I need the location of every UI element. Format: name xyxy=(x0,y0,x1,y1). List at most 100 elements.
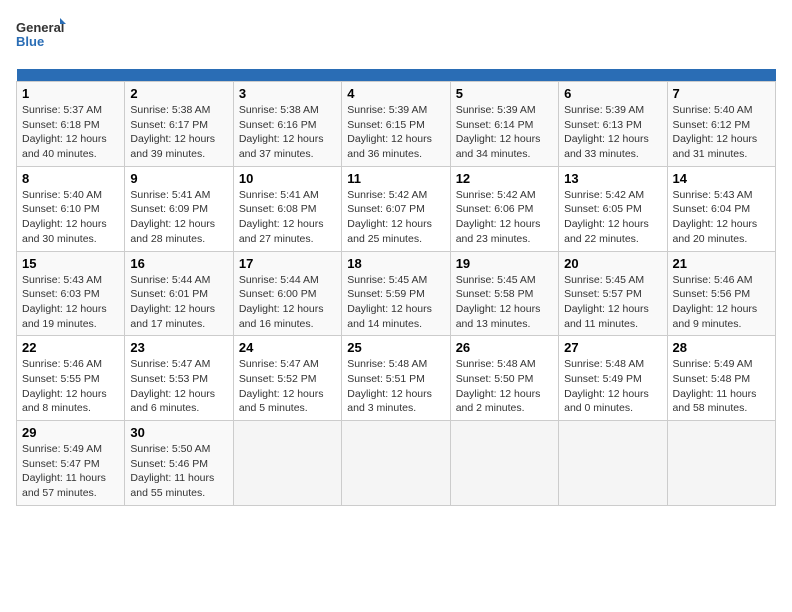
day-sunset: Sunset: 5:52 PM xyxy=(239,373,317,385)
day-sunrise: Sunrise: 5:39 AM xyxy=(456,104,536,116)
header-row xyxy=(17,69,776,82)
day-sunrise: Sunrise: 5:38 AM xyxy=(130,104,210,116)
table-row: 10 Sunrise: 5:41 AM Sunset: 6:08 PM Dayl… xyxy=(233,166,341,251)
table-row: 3 Sunrise: 5:38 AM Sunset: 6:16 PM Dayli… xyxy=(233,82,341,167)
day-daylight: Daylight: 12 hours and 23 minutes. xyxy=(456,218,541,245)
day-sunrise: Sunrise: 5:37 AM xyxy=(22,104,102,116)
day-number: 20 xyxy=(564,256,661,271)
col-wednesday xyxy=(342,69,450,82)
day-number: 1 xyxy=(22,86,119,101)
day-sunrise: Sunrise: 5:47 AM xyxy=(130,358,210,370)
day-sunrise: Sunrise: 5:39 AM xyxy=(564,104,644,116)
day-sunset: Sunset: 5:58 PM xyxy=(456,288,534,300)
day-sunrise: Sunrise: 5:48 AM xyxy=(347,358,427,370)
day-number: 12 xyxy=(456,171,553,186)
day-sunset: Sunset: 6:06 PM xyxy=(456,203,534,215)
day-daylight: Daylight: 12 hours and 25 minutes. xyxy=(347,218,432,245)
table-row: 6 Sunrise: 5:39 AM Sunset: 6:13 PM Dayli… xyxy=(559,82,667,167)
day-sunset: Sunset: 6:07 PM xyxy=(347,203,425,215)
day-sunrise: Sunrise: 5:43 AM xyxy=(673,189,753,201)
day-sunrise: Sunrise: 5:41 AM xyxy=(130,189,210,201)
table-row: 19 Sunrise: 5:45 AM Sunset: 5:58 PM Dayl… xyxy=(450,251,558,336)
day-sunset: Sunset: 6:01 PM xyxy=(130,288,208,300)
day-number: 11 xyxy=(347,171,444,186)
svg-text:Blue: Blue xyxy=(16,34,44,49)
day-number: 17 xyxy=(239,256,336,271)
day-sunrise: Sunrise: 5:47 AM xyxy=(239,358,319,370)
day-sunrise: Sunrise: 5:42 AM xyxy=(564,189,644,201)
day-sunrise: Sunrise: 5:48 AM xyxy=(456,358,536,370)
day-sunrise: Sunrise: 5:45 AM xyxy=(564,274,644,286)
day-sunset: Sunset: 6:17 PM xyxy=(130,119,208,131)
day-sunrise: Sunrise: 5:44 AM xyxy=(130,274,210,286)
day-number: 22 xyxy=(22,340,119,355)
day-sunrise: Sunrise: 5:43 AM xyxy=(22,274,102,286)
table-row xyxy=(342,421,450,506)
day-sunrise: Sunrise: 5:48 AM xyxy=(564,358,644,370)
day-sunset: Sunset: 5:50 PM xyxy=(456,373,534,385)
col-thursday xyxy=(450,69,558,82)
day-number: 3 xyxy=(239,86,336,101)
col-sunday xyxy=(17,69,125,82)
day-sunset: Sunset: 5:49 PM xyxy=(564,373,642,385)
day-sunset: Sunset: 5:48 PM xyxy=(673,373,751,385)
day-sunset: Sunset: 5:46 PM xyxy=(130,458,208,470)
calendar-row-3: 22 Sunrise: 5:46 AM Sunset: 5:55 PM Dayl… xyxy=(17,336,776,421)
day-number: 15 xyxy=(22,256,119,271)
page-header: General Blue xyxy=(16,16,776,61)
table-row: 28 Sunrise: 5:49 AM Sunset: 5:48 PM Dayl… xyxy=(667,336,775,421)
day-sunrise: Sunrise: 5:46 AM xyxy=(22,358,102,370)
col-friday xyxy=(559,69,667,82)
calendar-row-1: 8 Sunrise: 5:40 AM Sunset: 6:10 PM Dayli… xyxy=(17,166,776,251)
day-sunset: Sunset: 6:08 PM xyxy=(239,203,317,215)
table-row: 5 Sunrise: 5:39 AM Sunset: 6:14 PM Dayli… xyxy=(450,82,558,167)
calendar-row-2: 15 Sunrise: 5:43 AM Sunset: 6:03 PM Dayl… xyxy=(17,251,776,336)
day-sunrise: Sunrise: 5:40 AM xyxy=(22,189,102,201)
table-row: 11 Sunrise: 5:42 AM Sunset: 6:07 PM Dayl… xyxy=(342,166,450,251)
calendar-row-0: 1 Sunrise: 5:37 AM Sunset: 6:18 PM Dayli… xyxy=(17,82,776,167)
day-number: 6 xyxy=(564,86,661,101)
day-sunset: Sunset: 6:10 PM xyxy=(22,203,100,215)
table-row: 8 Sunrise: 5:40 AM Sunset: 6:10 PM Dayli… xyxy=(17,166,125,251)
day-sunset: Sunset: 6:12 PM xyxy=(673,119,751,131)
day-sunset: Sunset: 6:13 PM xyxy=(564,119,642,131)
table-row xyxy=(667,421,775,506)
day-sunrise: Sunrise: 5:42 AM xyxy=(347,189,427,201)
table-row: 29 Sunrise: 5:49 AM Sunset: 5:47 PM Dayl… xyxy=(17,421,125,506)
table-row: 13 Sunrise: 5:42 AM Sunset: 6:05 PM Dayl… xyxy=(559,166,667,251)
day-daylight: Daylight: 12 hours and 20 minutes. xyxy=(673,218,758,245)
day-sunrise: Sunrise: 5:38 AM xyxy=(239,104,319,116)
day-sunset: Sunset: 5:53 PM xyxy=(130,373,208,385)
day-daylight: Daylight: 12 hours and 16 minutes. xyxy=(239,303,324,330)
day-number: 4 xyxy=(347,86,444,101)
day-number: 19 xyxy=(456,256,553,271)
day-daylight: Daylight: 12 hours and 19 minutes. xyxy=(22,303,107,330)
day-daylight: Daylight: 12 hours and 27 minutes. xyxy=(239,218,324,245)
day-daylight: Daylight: 12 hours and 8 minutes. xyxy=(22,388,107,415)
day-daylight: Daylight: 12 hours and 22 minutes. xyxy=(564,218,649,245)
table-row: 15 Sunrise: 5:43 AM Sunset: 6:03 PM Dayl… xyxy=(17,251,125,336)
calendar-table: 1 Sunrise: 5:37 AM Sunset: 6:18 PM Dayli… xyxy=(16,69,776,506)
day-number: 25 xyxy=(347,340,444,355)
day-number: 5 xyxy=(456,86,553,101)
day-daylight: Daylight: 12 hours and 34 minutes. xyxy=(456,133,541,160)
table-row: 21 Sunrise: 5:46 AM Sunset: 5:56 PM Dayl… xyxy=(667,251,775,336)
day-sunrise: Sunrise: 5:42 AM xyxy=(456,189,536,201)
day-daylight: Daylight: 12 hours and 5 minutes. xyxy=(239,388,324,415)
table-row: 1 Sunrise: 5:37 AM Sunset: 6:18 PM Dayli… xyxy=(17,82,125,167)
logo-container: General Blue xyxy=(16,16,66,61)
day-number: 9 xyxy=(130,171,227,186)
table-row xyxy=(233,421,341,506)
day-daylight: Daylight: 12 hours and 37 minutes. xyxy=(239,133,324,160)
day-daylight: Daylight: 12 hours and 6 minutes. xyxy=(130,388,215,415)
day-sunrise: Sunrise: 5:46 AM xyxy=(673,274,753,286)
col-saturday xyxy=(667,69,775,82)
day-daylight: Daylight: 12 hours and 3 minutes. xyxy=(347,388,432,415)
day-number: 24 xyxy=(239,340,336,355)
col-monday xyxy=(125,69,233,82)
table-row xyxy=(559,421,667,506)
day-number: 7 xyxy=(673,86,770,101)
day-sunset: Sunset: 5:47 PM xyxy=(22,458,100,470)
day-daylight: Daylight: 12 hours and 31 minutes. xyxy=(673,133,758,160)
table-row: 16 Sunrise: 5:44 AM Sunset: 6:01 PM Dayl… xyxy=(125,251,233,336)
